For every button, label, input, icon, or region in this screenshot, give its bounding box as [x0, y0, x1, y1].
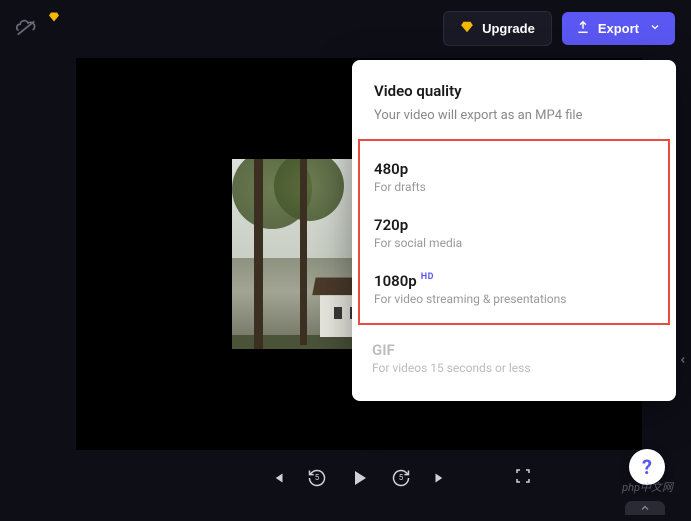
chevron-down-icon [649, 21, 661, 36]
watermark: php中文网 [622, 479, 673, 495]
option-desc: For drafts [374, 180, 654, 194]
playback-controls: 5 5 [269, 466, 449, 490]
play-icon[interactable] [347, 466, 371, 490]
cloud-off-icon [16, 18, 36, 38]
panel-title: Video quality [374, 82, 654, 100]
playback-bar: 5 5 [76, 455, 642, 501]
upload-icon [576, 20, 590, 37]
upgrade-button[interactable]: Upgrade [443, 11, 552, 46]
gem-icon [48, 11, 60, 26]
export-label: Export [598, 21, 639, 36]
export-quality-panel: Video quality Your video will export as … [352, 60, 676, 401]
option-title: 720p [374, 216, 654, 234]
panel-header: Video quality Your video will export as … [352, 60, 676, 133]
option-desc: For video streaming & presentations [374, 292, 654, 306]
quality-options-highlight: 480p For drafts 720p For social media 10… [358, 139, 670, 325]
bottom-panel-handle[interactable] [625, 501, 665, 515]
quality-option-720p[interactable]: 720p For social media [374, 208, 654, 264]
hd-badge: HD [421, 272, 434, 282]
gem-icon [460, 20, 474, 37]
option-desc: For videos 15 seconds or less [372, 361, 656, 375]
topbar-left [16, 18, 60, 38]
question-icon: ? [642, 455, 652, 479]
skip-start-icon[interactable] [269, 469, 287, 487]
skip-end-icon[interactable] [431, 469, 449, 487]
option-desc: For social media [374, 236, 654, 250]
option-title: 480p [374, 160, 654, 178]
quality-option-gif[interactable]: GIF For videos 15 seconds or less [352, 327, 676, 393]
topbar-right: Upgrade Export [443, 11, 675, 46]
quality-option-1080p[interactable]: 1080p HD For video streaming & presentat… [374, 264, 654, 312]
panel-subtitle: Your video will export as an MP4 file [374, 108, 654, 123]
side-collapse-icon[interactable] [678, 354, 688, 368]
export-button[interactable]: Export [562, 12, 675, 45]
fullscreen-icon[interactable] [514, 467, 532, 489]
option-title: GIF [372, 341, 656, 359]
upgrade-label: Upgrade [482, 21, 535, 36]
forward-5-icon[interactable]: 5 [391, 468, 411, 488]
rewind-5-icon[interactable]: 5 [307, 468, 327, 488]
quality-option-480p[interactable]: 480p For drafts [374, 152, 654, 208]
topbar: Upgrade Export [0, 0, 691, 56]
option-title: 1080p HD [374, 272, 654, 290]
